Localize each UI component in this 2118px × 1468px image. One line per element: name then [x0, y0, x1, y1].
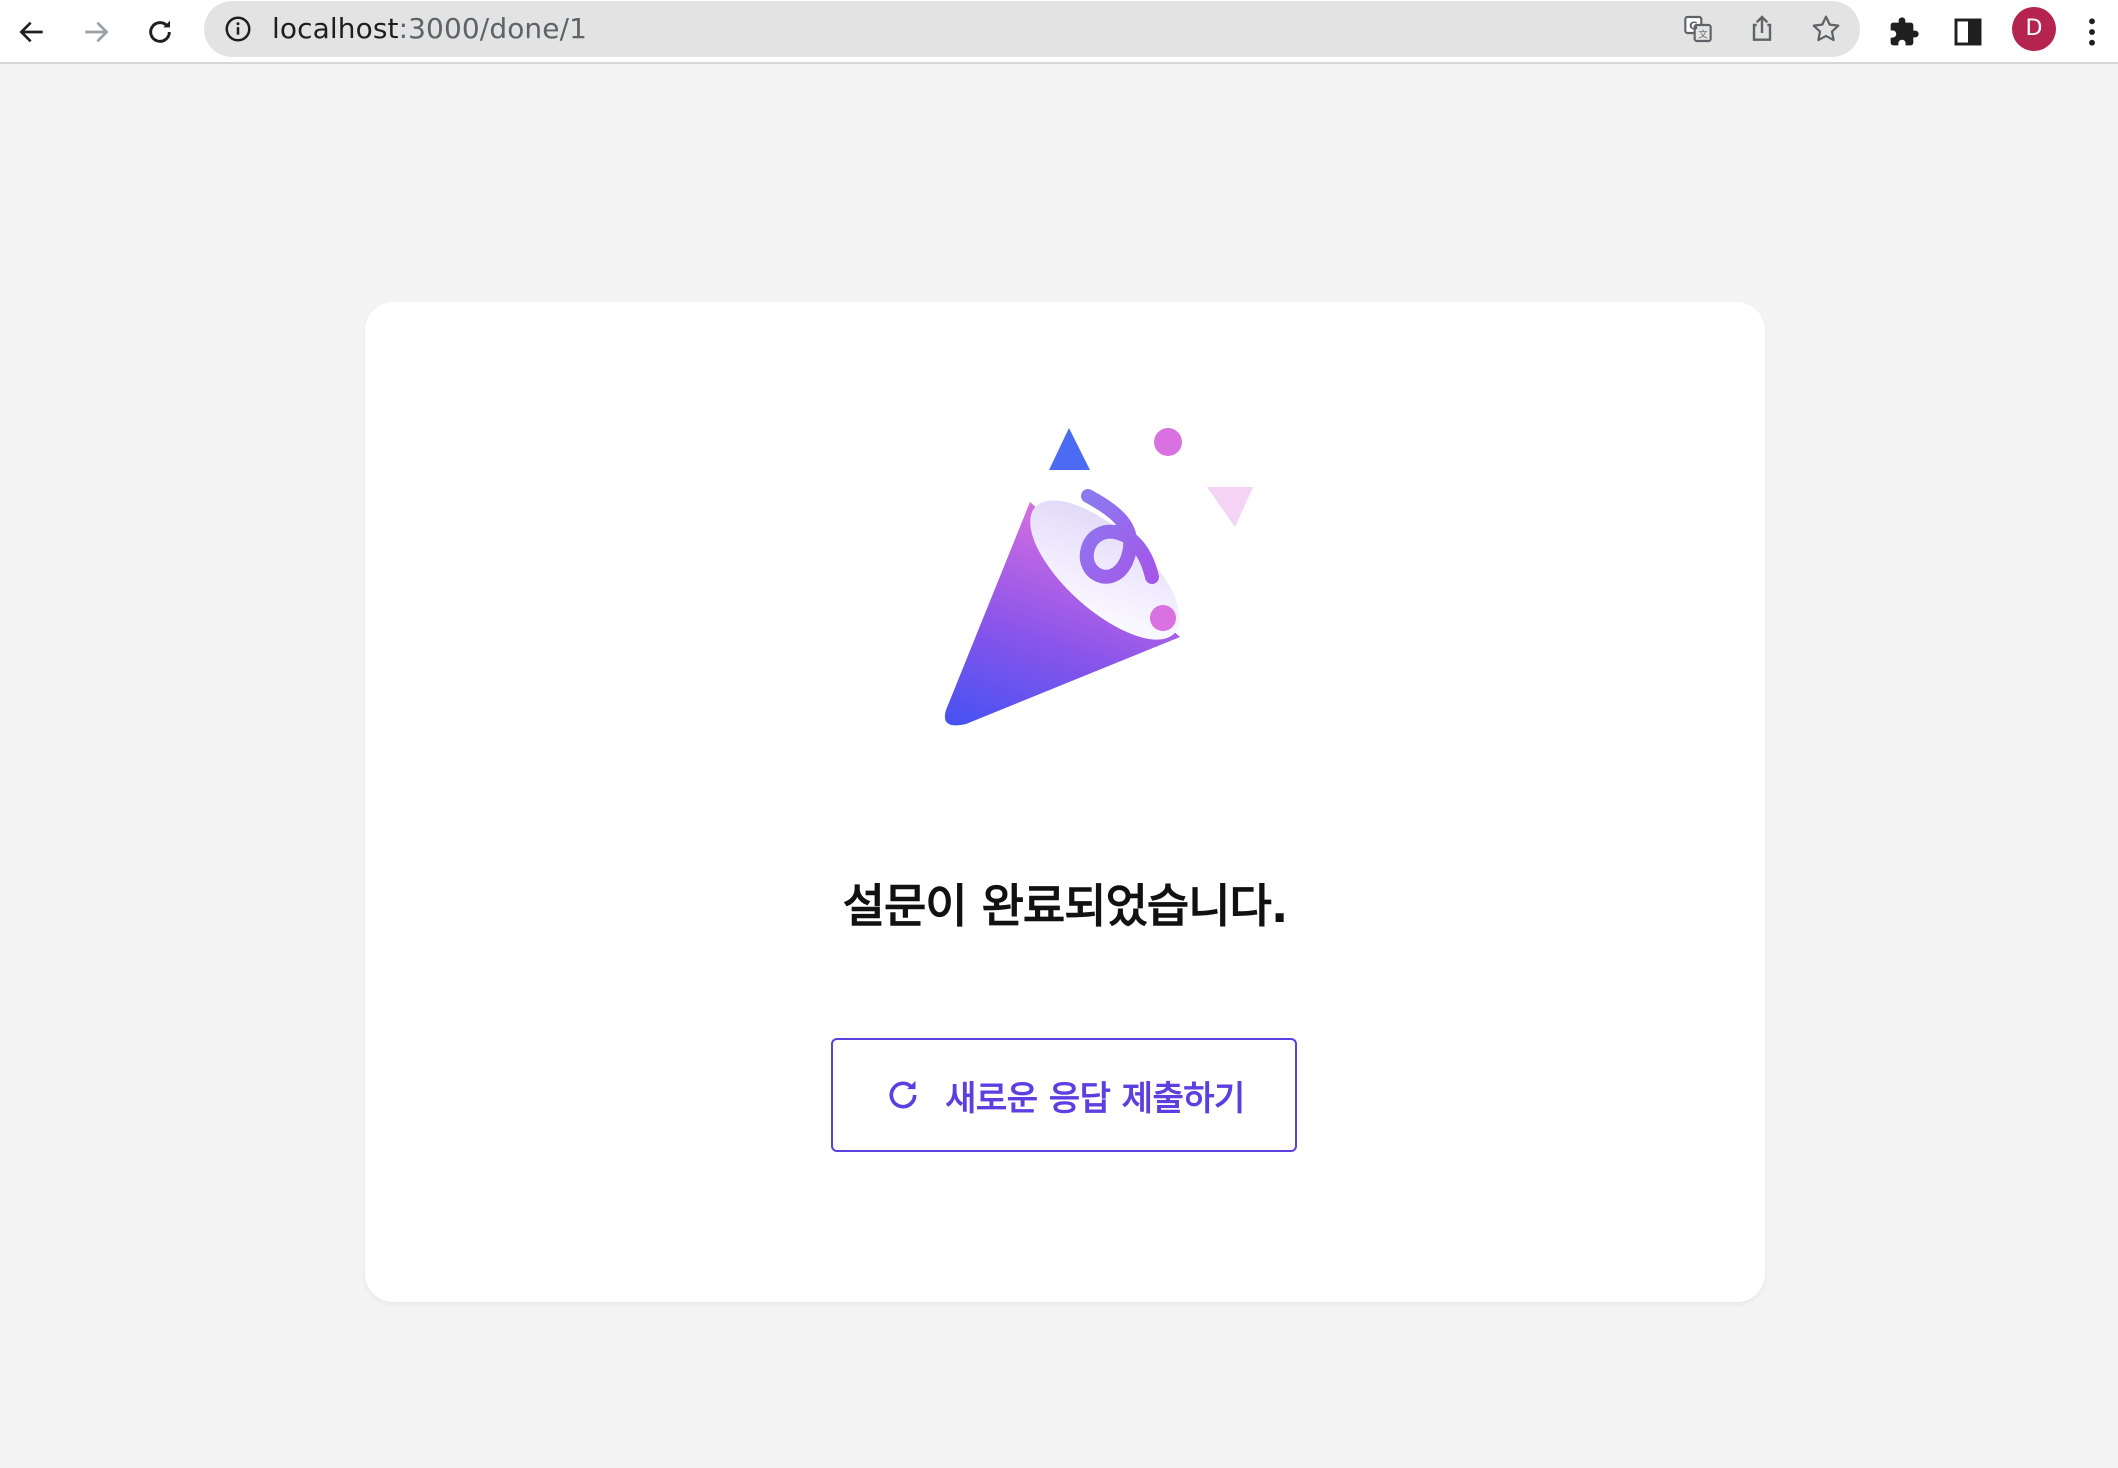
profile-avatar[interactable]: D: [2012, 7, 2056, 51]
svg-text:G: G: [1689, 20, 1698, 33]
browser-toolbar: localhost:3000/done/1 G 文 D: [0, 0, 2118, 64]
browser-menu-button[interactable]: [2072, 4, 2112, 60]
forward-button[interactable]: [68, 4, 124, 60]
share-button[interactable]: [1744, 11, 1780, 47]
reload-button[interactable]: [132, 4, 188, 60]
submit-new-response-button[interactable]: 새로운 응답 제출하기: [831, 1038, 1297, 1152]
bookmark-button[interactable]: [1808, 11, 1844, 47]
extensions-button[interactable]: [1876, 4, 1932, 60]
address-bar[interactable]: localhost:3000/done/1 G 文: [204, 1, 1860, 57]
menu-icon: [2089, 18, 2095, 46]
url-host: localhost: [272, 12, 399, 45]
completion-card: 설문이 완료되었습니다. 새로운 응답 제출하기: [365, 302, 1765, 1302]
side-panel-button[interactable]: [1940, 4, 1996, 60]
party-popper-illustration: [944, 428, 1253, 726]
forward-icon: [85, 21, 109, 43]
reload-icon: [149, 20, 171, 43]
side-panel-icon: [1954, 18, 1982, 46]
bookmark-star-icon: [1812, 15, 1840, 42]
back-icon: [19, 21, 43, 43]
site-info-button[interactable]: [220, 11, 256, 47]
info-icon: [225, 16, 251, 42]
share-icon: [1752, 15, 1772, 41]
completion-title: 설문이 완료되었습니다.: [842, 879, 1289, 933]
extensions-icon: [1890, 17, 1919, 46]
translate-button[interactable]: G 文: [1680, 11, 1716, 47]
url-text[interactable]: localhost:3000/done/1: [272, 1, 587, 57]
back-button[interactable]: [4, 4, 60, 60]
refresh-icon: [889, 1080, 917, 1109]
submit-new-response-label: 새로운 응답 제출하기: [945, 1078, 1245, 1119]
svg-text:文: 文: [1698, 29, 1707, 41]
translate-icon: G 文: [1684, 15, 1712, 43]
url-path: :3000/done/1: [398, 12, 588, 45]
